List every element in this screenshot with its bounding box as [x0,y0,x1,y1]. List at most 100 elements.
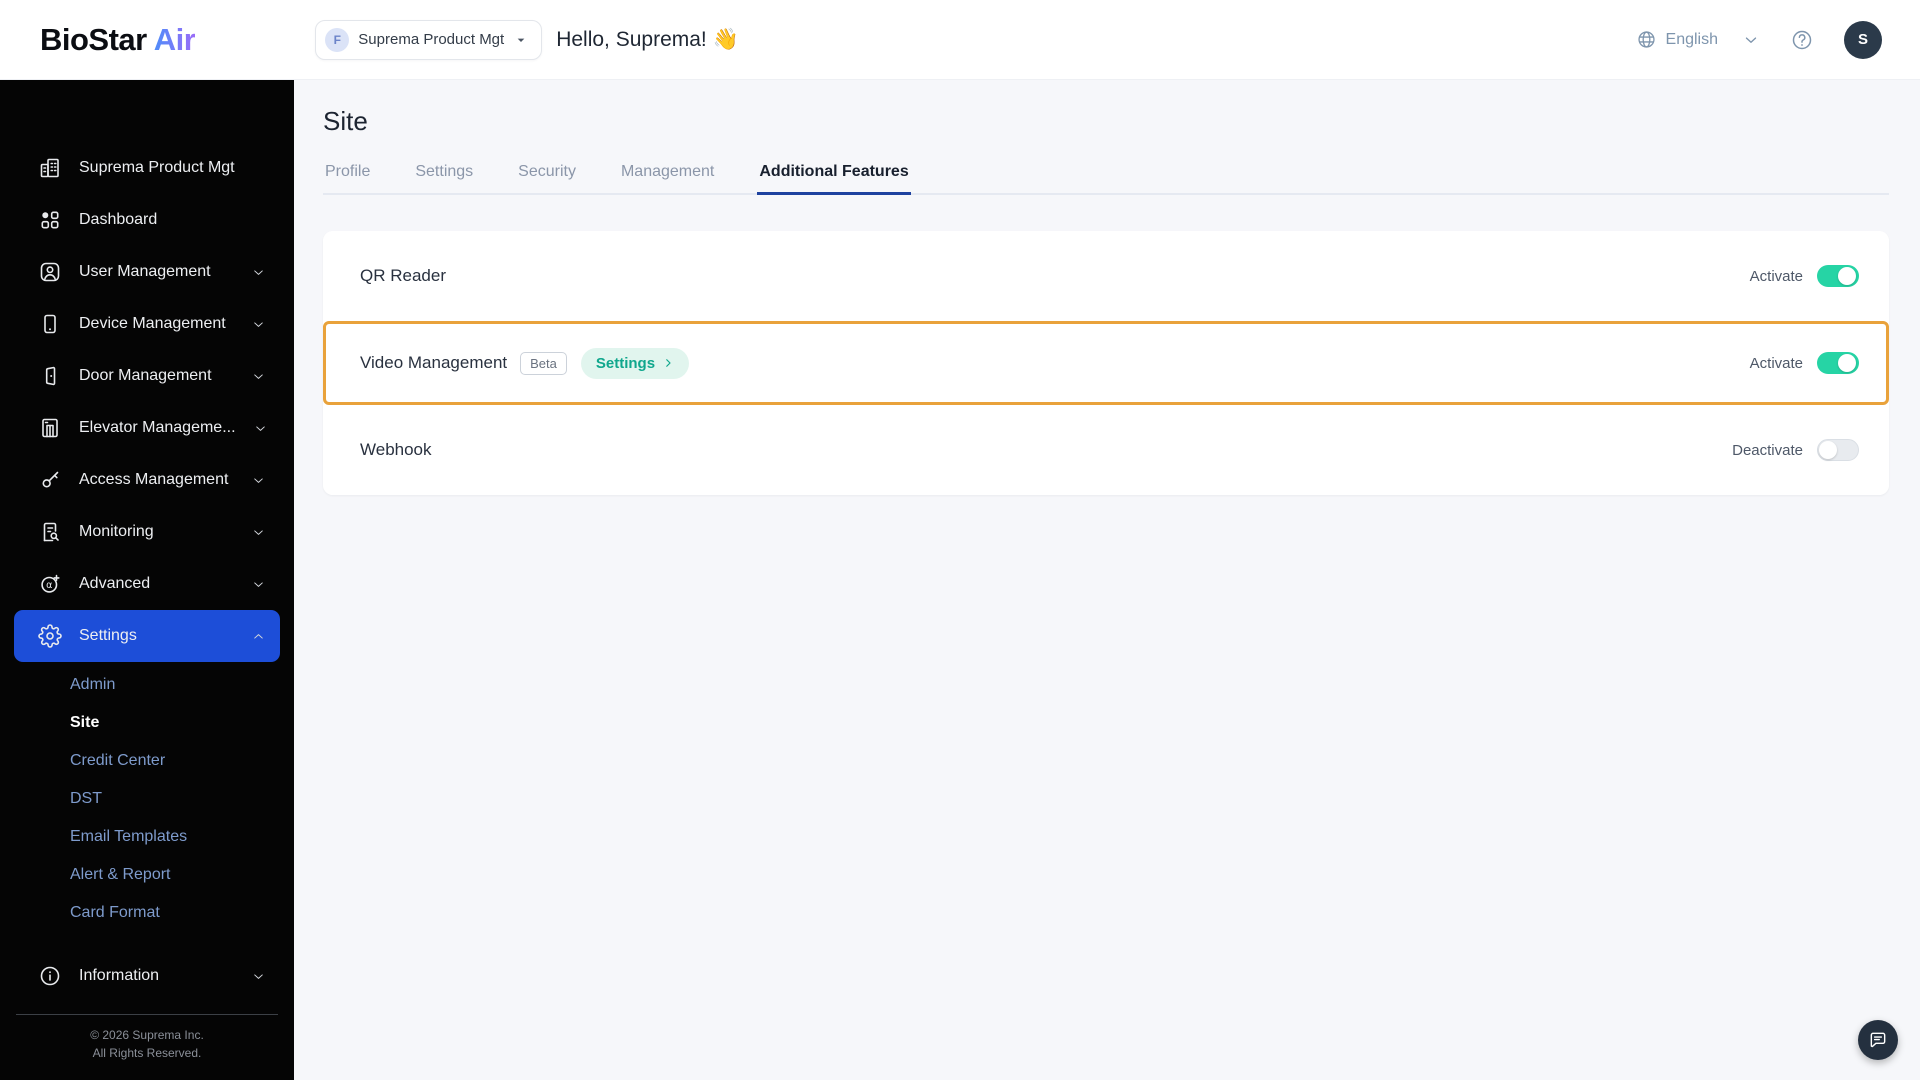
top-header: BioStar Air F Suprema Product Mgt Hello,… [0,0,1920,80]
chevron-down-icon [251,317,266,332]
webhook-toggle[interactable] [1817,439,1859,461]
site-selector-label: Suprema Product Mgt [358,31,505,48]
video-management-settings-button[interactable]: Settings [580,347,690,379]
sidebar-subitem-admin[interactable]: Admin [0,666,294,704]
sidebar-item-label: Advanced [79,575,151,592]
site-initial-badge: F [325,27,350,52]
copyright-line2: All Rights Reserved. [92,1045,202,1060]
help-icon[interactable] [1790,28,1814,52]
language-selector[interactable]: English [1636,29,1718,50]
chevron-down-icon [253,421,268,436]
toggle-knob [1819,441,1837,459]
tab-additional-features[interactable]: Additional Features [757,153,911,195]
feature-name: Webhook [360,440,432,459]
caret-down-icon [513,32,529,48]
sidebar-subitem-card-format[interactable]: Card Format [0,894,294,932]
copyright-line1: © 2026 Suprema Inc. [90,1028,204,1043]
dashboard-icon [38,208,62,232]
settings-button-label: Settings [595,354,656,372]
feature-controls: Activate [1750,352,1859,374]
sidebar-item-label: User Management [79,263,211,280]
sidebar-subitem-alert-report[interactable]: Alert & Report [0,856,294,894]
feature-row-qr-reader: QR Reader Activate [323,231,1889,321]
sidebar-item-label: Access Management [79,471,229,488]
sidebar-item-monitoring[interactable]: Monitoring [0,506,294,558]
sidebar-item-label: Monitoring [79,523,154,540]
feature-controls: Deactivate [1732,439,1859,461]
elevator-icon [38,416,62,440]
chevron-down-icon[interactable] [1742,31,1760,49]
sidebar-subitem-dst[interactable]: DST [0,780,294,818]
chevron-down-icon [251,369,266,384]
feature-controls: Activate [1750,265,1859,287]
chevron-down-icon [251,265,266,280]
building-icon [38,156,62,180]
feature-row-webhook: Webhook Deactivate [323,405,1889,495]
sidebar-item-advanced[interactable]: α Advanced [0,558,294,610]
sidebar-item-device-management[interactable]: Device Management [0,298,294,350]
sidebar-item-suprema-product-mgt[interactable]: Suprema Product Mgt [0,142,294,194]
sidebar-item-label: Dashboard [79,211,158,228]
sidebar-item-label: Information [79,967,160,984]
sidebar-item-information[interactable]: Information [0,950,294,1002]
toggle-state-label: Activate [1749,354,1803,372]
sidebar-item-label: Device Management [79,315,226,332]
qr-reader-toggle[interactable] [1817,265,1859,287]
sidebar-item-label: Settings [79,627,137,644]
sidebar-item-user-management[interactable]: User Management [0,246,294,298]
site-selector-dropdown[interactable]: F Suprema Product Mgt [315,19,543,60]
key-icon [38,468,62,492]
sidebar-footer: © 2026 Suprema Inc. All Rights Reserved. [0,1015,294,1080]
sidebar-submenu: Admin Site Credit Center DST Email Templates… [0,662,294,932]
tab-profile[interactable]: Profile [323,153,372,195]
feature-name: Video Management [360,353,508,372]
chevron-down-icon [251,473,266,488]
logo-air-text: Air [153,21,196,57]
main-content: Site Profile Settings Security Management Ad… [294,80,1920,1080]
sidebar-item-access-management[interactable]: Access Management [0,454,294,506]
sidebar-item-label: Door Management [79,367,212,384]
chat-bubble-icon [1868,1030,1888,1050]
tab-settings[interactable]: Settings [413,153,475,195]
language-label: English [1665,30,1718,48]
globe-icon [1636,29,1657,50]
sidebar: Suprema Product Mgt Dashboard User Managem… [0,80,294,1080]
logo-biostar-text: BioStar [40,21,147,57]
sidebar-item-label: Elevator Manageme... [79,419,236,436]
sidebar-subitem-site[interactable]: Site [0,704,294,742]
toggle-knob [1838,354,1856,372]
device-icon [38,312,62,336]
chat-support-button[interactable] [1858,1020,1898,1060]
info-icon [38,964,62,988]
toggle-knob [1838,267,1856,285]
monitoring-icon [38,520,62,544]
chevron-right-icon [666,359,671,367]
tab-security[interactable]: Security [516,153,578,195]
sidebar-item-door-management[interactable]: Door Management [0,350,294,402]
gear-icon [38,624,62,648]
advanced-icon: α [38,572,62,596]
chevron-down-icon [251,969,266,984]
user-avatar[interactable]: S [1844,20,1882,59]
sidebar-item-elevator-manageme[interactable]: Elevator Manageme... [0,402,294,454]
page-title: Site [323,106,368,136]
video-management-toggle[interactable] [1817,352,1859,374]
svg-text:α: α [46,580,52,591]
sidebar-subitem-credit-center[interactable]: Credit Center [0,742,294,780]
greeting-text: Hello, Suprema! 👋 [556,27,739,51]
header-actions: English S [1636,20,1882,59]
chevron-up-icon [251,629,266,644]
feature-list: QR Reader Activate Video Management Beta Set… [323,231,1889,495]
sidebar-item-settings[interactable]: Settings [14,610,280,662]
door-icon [38,364,62,388]
sidebar-subitem-email-templates[interactable]: Email Templates [0,818,294,856]
feature-row-video-management: Video Management Beta Settings Activate [323,321,1889,405]
chevron-down-icon [251,525,266,540]
chevron-down-icon [251,577,266,592]
beta-badge: Beta [520,351,567,375]
tab-management[interactable]: Management [619,153,716,195]
sidebar-item-dashboard[interactable]: Dashboard [0,194,294,246]
feature-name: QR Reader [360,266,446,285]
sidebar-item-label: Suprema Product Mgt [79,159,235,176]
user-icon [38,260,62,284]
